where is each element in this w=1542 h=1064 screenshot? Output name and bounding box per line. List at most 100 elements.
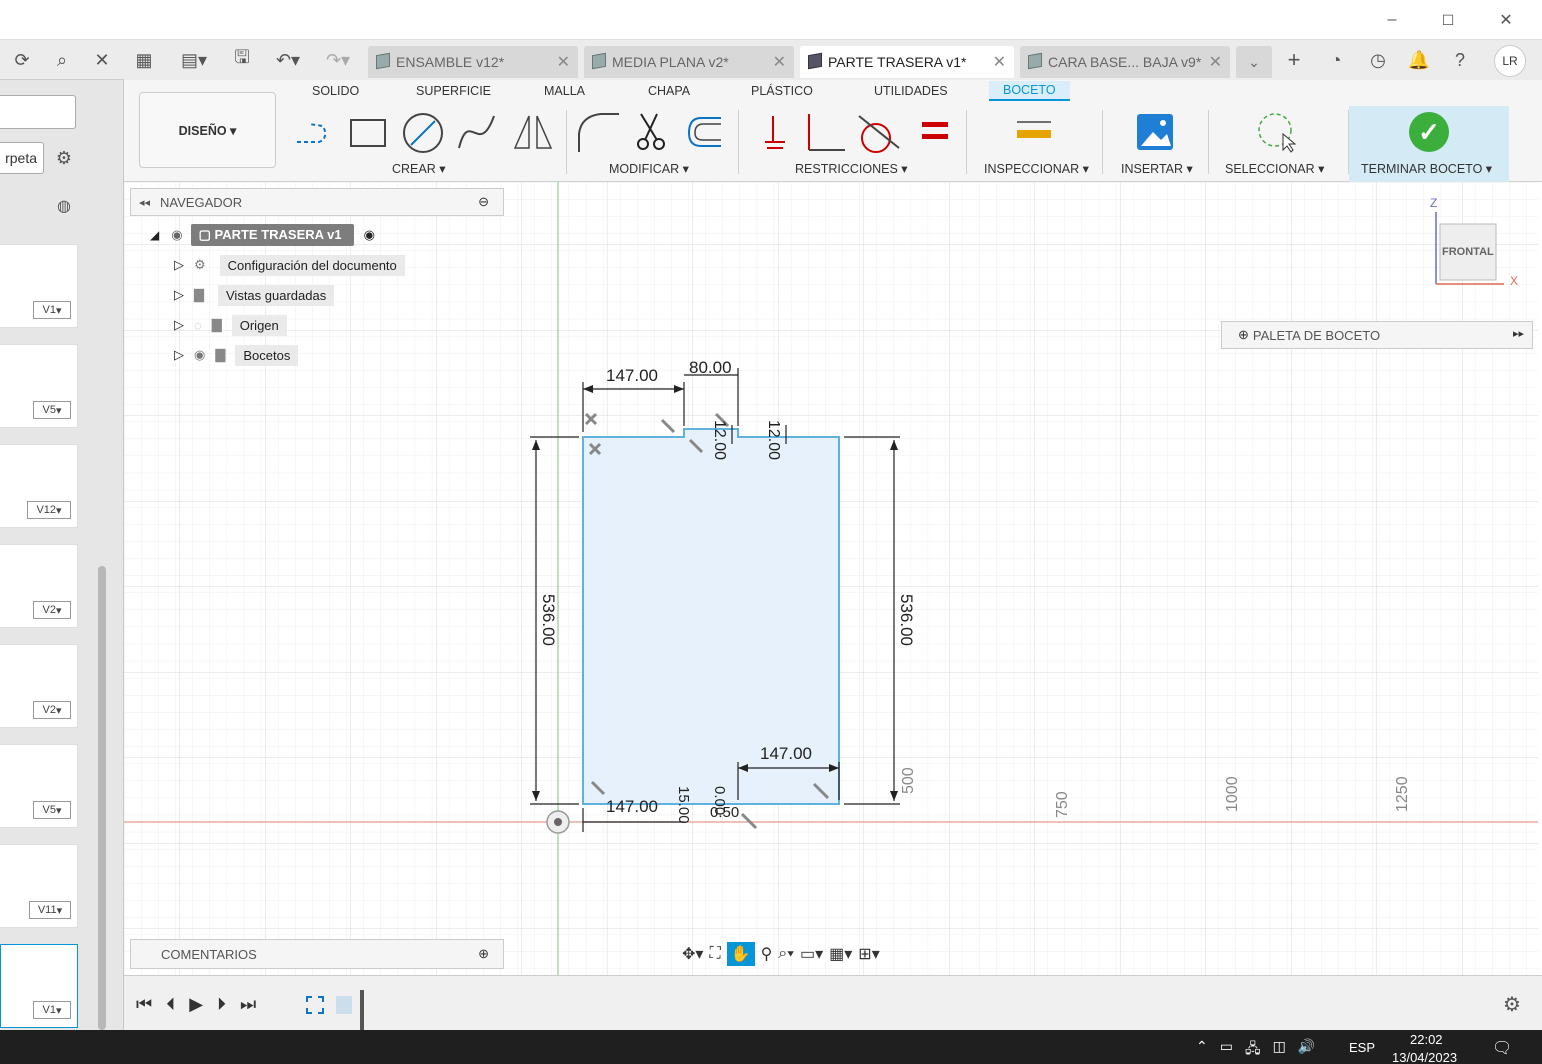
close-tab-icon[interactable]: ✕ xyxy=(557,52,570,72)
play-icon[interactable]: ▶ xyxy=(189,994,203,1015)
scrollbar[interactable] xyxy=(98,566,106,1030)
browser-root-row[interactable]: ◢ ◉ ▢ PARTE TRASERA v1 ◉ xyxy=(144,222,424,248)
timeline-settings-gear-icon[interactable]: ⚙ xyxy=(1500,992,1524,1016)
sketch-palette-header[interactable]: ⊕ PALETA DE BOCETO ▸▸ xyxy=(1221,321,1533,349)
browser-item-origen[interactable]: ▷ ◌ ▇ Origen xyxy=(144,312,424,338)
minus-circle-icon[interactable]: ⊖ xyxy=(478,194,489,210)
new-folder-button[interactable]: rpeta xyxy=(0,142,44,174)
look-at-icon[interactable]: ⛶ xyxy=(709,945,720,963)
browser-item-vistas[interactable]: ▷ ▇ Vistas guardadas xyxy=(144,282,424,308)
close-tab-icon[interactable]: ✕ xyxy=(1209,52,1222,72)
version-badge[interactable]: V5 ▾ xyxy=(33,401,71,419)
browser-item-config[interactable]: ▷ ⚙ Configuración del documento xyxy=(144,252,424,278)
workspace-dropdown[interactable]: DISEÑO ▾ xyxy=(139,92,276,168)
file-card[interactable]: V2 ▾ xyxy=(0,544,78,628)
clock-date[interactable]: 13/04/2023 xyxy=(1392,1050,1457,1064)
globe-icon[interactable]: ◍ xyxy=(52,194,76,218)
zoom-icon[interactable]: ⚲ xyxy=(761,944,773,964)
meet-icon[interactable]: ◫ xyxy=(1273,1038,1286,1062)
job-status-clock-icon[interactable]: ◷ xyxy=(1366,48,1390,72)
tab-parte-trasera[interactable]: PARTE TRASERA v1* ✕ xyxy=(800,46,1014,78)
dim-80[interactable]: 80.00 xyxy=(689,358,732,378)
language-indicator[interactable]: ESP xyxy=(1349,1040,1375,1055)
search-icon[interactable]: ⌕ xyxy=(50,48,74,72)
go-to-end-icon[interactable]: ⏭ xyxy=(240,994,256,1015)
version-badge[interactable]: V2 ▾ xyxy=(33,701,71,719)
notification-center-icon[interactable]: 🗨 xyxy=(1492,1038,1512,1058)
seleccionar-menu[interactable]: SELECCIONAR ▾ xyxy=(1225,161,1324,176)
viewcube-front-face[interactable]: FRONTAL xyxy=(1442,246,1494,258)
dim-147-bottom-right[interactable]: 147.00 xyxy=(760,744,812,764)
file-card[interactable]: V2 ▾ xyxy=(0,644,78,728)
file-card[interactable]: V5 ▾ xyxy=(0,344,78,428)
dim-12-a[interactable]: 12.00 xyxy=(710,420,728,460)
tab-solido[interactable]: SOLIDO xyxy=(312,84,359,98)
timeline-sketch-icon[interactable] xyxy=(306,996,324,1014)
tab-media-plana[interactable]: MEDIA PLANA v2* ✕ xyxy=(584,46,794,78)
dim-536-right[interactable]: 536.00 xyxy=(896,594,916,646)
dim-12-b[interactable]: 12.00 xyxy=(764,420,782,460)
tab-superficie[interactable]: SUPERFICIE xyxy=(416,84,491,98)
expand-triangle-icon[interactable]: ▷ xyxy=(174,347,184,363)
expand-triangle-icon[interactable]: ◢ xyxy=(150,228,159,242)
activate-radio-icon[interactable]: ◉ xyxy=(364,227,375,243)
apps-grid-icon[interactable]: ▦ xyxy=(132,48,156,72)
canvas-viewport[interactable]: 147.00 80.00 12.00 12.00 536.00 536.00 1… xyxy=(124,182,1538,975)
file-menu-icon[interactable]: ▤▾ xyxy=(174,48,214,72)
grid-icon[interactable]: ▦▾ xyxy=(829,944,852,964)
version-badge[interactable]: V1 ▾ xyxy=(33,1001,71,1019)
file-card[interactable]: V5 ▾ xyxy=(0,744,78,828)
tab-boceto[interactable]: BOCETO xyxy=(989,81,1070,101)
file-card[interactable]: V12 ▾ xyxy=(0,444,78,528)
close-panel-icon[interactable]: ✕ xyxy=(90,48,114,72)
root-component-label[interactable]: ▢ PARTE TRASERA v1 xyxy=(190,224,354,246)
version-badge[interactable]: V11 ▾ xyxy=(29,901,71,919)
close-tab-icon[interactable]: ✕ xyxy=(993,52,1006,72)
viewports-icon[interactable]: ⊞▾ xyxy=(858,944,879,964)
search-field[interactable] xyxy=(0,95,76,129)
save-icon[interactable]: 🖫 xyxy=(230,47,254,72)
modificar-menu[interactable]: MODIFICAR ▾ xyxy=(609,161,689,176)
dim-147-top[interactable]: 147.00 xyxy=(606,366,658,386)
version-badge[interactable]: V12 ▾ xyxy=(27,501,71,519)
restricciones-menu[interactable]: RESTRICCIONES ▾ xyxy=(795,161,908,176)
expand-double-chevron-icon[interactable]: ▸▸ xyxy=(1513,327,1524,340)
maximize-button[interactable]: ☐ xyxy=(1434,6,1462,34)
extensions-icon[interactable]: ◔ xyxy=(1324,48,1348,72)
refresh-icon[interactable]: ⟳ xyxy=(10,48,34,72)
notifications-bell-icon[interactable]: 🔔 xyxy=(1407,48,1431,72)
undo-icon[interactable]: ↶▾ xyxy=(270,48,306,72)
redo-icon[interactable]: ↷▾ xyxy=(320,48,356,72)
plus-circle-icon[interactable]: ⊕ xyxy=(478,946,489,962)
tab-utilidades[interactable]: UTILIDADES xyxy=(874,84,948,98)
timeline-marker[interactable] xyxy=(360,990,364,1030)
step-forward-icon[interactable]: ⏵ xyxy=(217,994,226,1015)
eye-icon[interactable]: ◉ xyxy=(171,227,182,243)
browser-panel-header[interactable]: ◂◂ NAVEGADOR ⊖ xyxy=(130,188,504,216)
tab-overflow-chevron-icon[interactable]: ⌄ xyxy=(1236,46,1272,78)
network-icon[interactable]: 🖧 xyxy=(1245,1038,1261,1062)
expand-triangle-icon[interactable]: ▷ xyxy=(174,317,184,333)
battery-icon[interactable]: ▭ xyxy=(1220,1038,1233,1062)
insertar-menu[interactable]: INSERTAR ▾ xyxy=(1121,161,1193,176)
version-badge[interactable]: V1 ▾ xyxy=(33,301,71,319)
comments-panel[interactable]: COMENTARIOS ⊕ xyxy=(130,939,504,969)
display-settings-icon[interactable]: ▭▾ xyxy=(800,944,823,964)
user-avatar[interactable]: LR xyxy=(1494,45,1526,77)
browser-item-bocetos[interactable]: ▷ ◉ ▇ Bocetos xyxy=(144,342,424,368)
eye-hidden-icon[interactable]: ◌ xyxy=(194,318,202,333)
inspeccionar-menu[interactable]: INSPECCIONAR ▾ xyxy=(984,161,1089,176)
terminar-boceto-menu[interactable]: TERMINAR BOCETO ▾ xyxy=(1361,161,1492,176)
dim-536-left[interactable]: 536.00 xyxy=(538,594,558,646)
gear-icon[interactable]: ⚙ xyxy=(52,146,76,170)
chevron-up-icon[interactable]: ⌃ xyxy=(1196,1038,1208,1062)
crear-menu[interactable]: CREAR ▾ xyxy=(392,161,446,176)
timeline-feature-icon[interactable] xyxy=(336,996,352,1014)
step-back-icon[interactable]: ⏴ xyxy=(166,994,175,1015)
collapse-double-chevron-icon[interactable]: ◂◂ xyxy=(139,196,150,209)
expand-triangle-icon[interactable]: ▷ xyxy=(174,257,184,273)
close-tab-icon[interactable]: ✕ xyxy=(773,52,786,72)
tab-cara-base[interactable]: CARA BASE... BAJA v9* ✕ xyxy=(1020,46,1230,78)
minimize-button[interactable]: – xyxy=(1378,6,1406,34)
help-icon[interactable]: ? xyxy=(1448,48,1472,72)
